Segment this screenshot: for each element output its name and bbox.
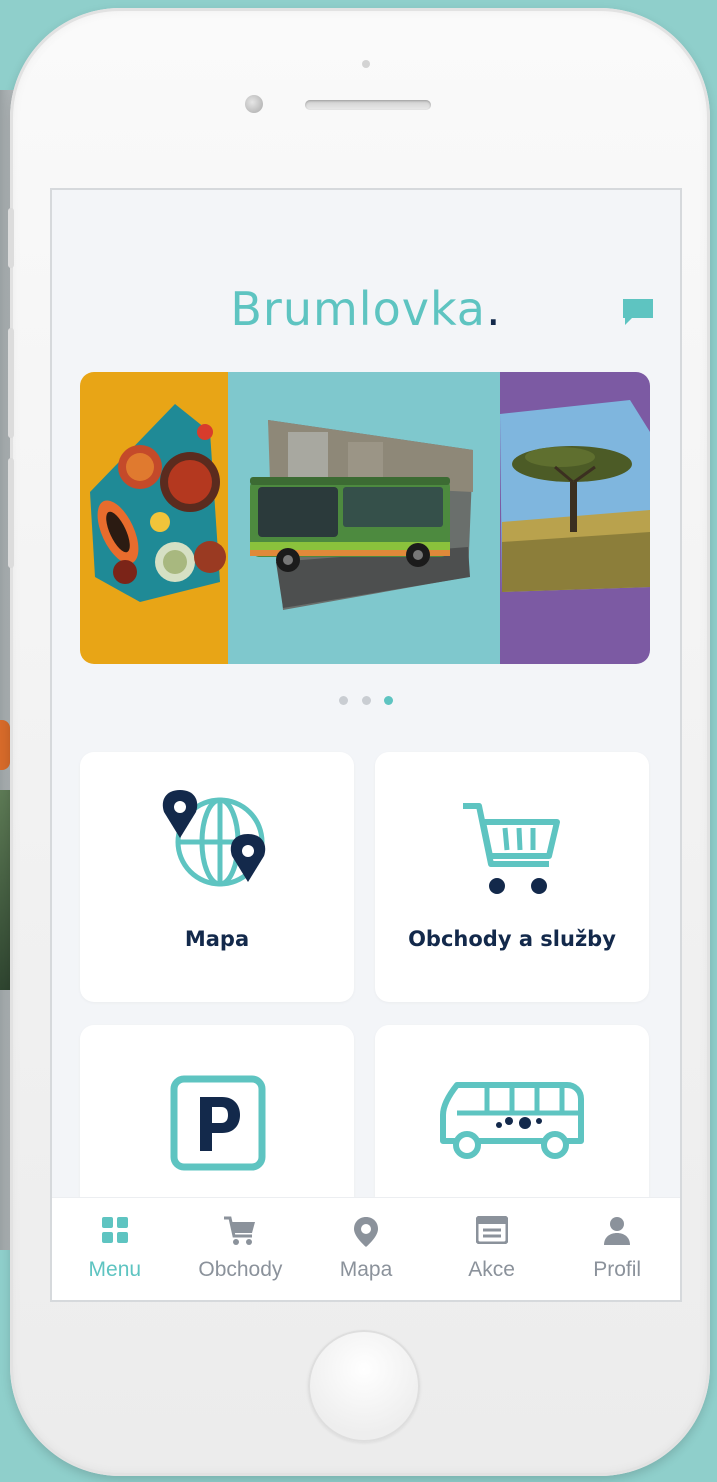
tile-mapa[interactable]: Mapa bbox=[80, 752, 354, 1002]
savanna-photo-image bbox=[500, 400, 650, 592]
cart-icon bbox=[224, 1216, 256, 1245]
tab-profil-label: Profil bbox=[593, 1258, 642, 1281]
parking-icon bbox=[170, 1075, 266, 1171]
tab-obchody[interactable]: Obchody bbox=[178, 1198, 304, 1300]
globe-pins-icon bbox=[162, 790, 266, 887]
tab-obchody-label: Obchody bbox=[198, 1258, 283, 1281]
user-icon bbox=[604, 1217, 631, 1245]
tile-obchody-label: Obchody a služby bbox=[408, 927, 616, 951]
logo-dot: . bbox=[485, 282, 502, 336]
brand-logo: Brumlovka. bbox=[52, 282, 680, 336]
volume-up-button bbox=[8, 328, 14, 438]
map-pin-icon bbox=[353, 1217, 378, 1247]
tab-akce[interactable]: Akce bbox=[429, 1198, 555, 1300]
app-screen: Brumlovka. Mapa Obchody a služby Menu Ob… bbox=[52, 190, 680, 1300]
earpiece-speaker bbox=[305, 100, 431, 110]
mute-switch bbox=[8, 208, 14, 268]
tab-akce-label: Akce bbox=[468, 1258, 515, 1281]
tab-menu[interactable]: Menu bbox=[52, 1198, 178, 1300]
carousel-dot-1[interactable] bbox=[339, 696, 349, 705]
tab-mapa[interactable]: Mapa bbox=[303, 1198, 429, 1300]
carousel-dot-2[interactable] bbox=[361, 696, 371, 705]
bottom-tab-bar: Menu Obchody Mapa Akce Profil bbox=[52, 1197, 680, 1300]
shopping-cart-icon bbox=[463, 803, 560, 894]
tab-menu-label: Menu bbox=[88, 1258, 142, 1281]
home-button[interactable] bbox=[308, 1330, 420, 1442]
carousel-slide-bus[interactable] bbox=[228, 372, 500, 664]
grid-icon bbox=[101, 1217, 128, 1243]
logo-text: Brumlovka bbox=[230, 282, 486, 336]
carousel-slide-savanna[interactable] bbox=[500, 372, 650, 664]
proximity-sensor bbox=[362, 60, 370, 68]
tab-mapa-label: Mapa bbox=[339, 1258, 393, 1281]
news-icon bbox=[475, 1216, 508, 1244]
chat-bubble-icon[interactable] bbox=[622, 298, 654, 326]
carousel-pagination[interactable] bbox=[52, 690, 680, 709]
tile-obchody-a-sluzby[interactable]: Obchody a služby bbox=[375, 752, 649, 1002]
promo-carousel[interactable] bbox=[80, 372, 650, 664]
tab-profil[interactable]: Profil bbox=[554, 1198, 680, 1300]
bus-photo-image bbox=[250, 420, 473, 610]
background-badge bbox=[0, 720, 10, 770]
tile-mapa-label: Mapa bbox=[184, 927, 250, 951]
food-collage-image bbox=[90, 404, 226, 602]
carousel-dot-3-active[interactable] bbox=[383, 696, 393, 705]
front-camera bbox=[245, 95, 263, 113]
bus-icon bbox=[440, 1082, 584, 1159]
carousel-slide-food[interactable] bbox=[80, 372, 228, 664]
volume-down-button bbox=[8, 458, 14, 568]
